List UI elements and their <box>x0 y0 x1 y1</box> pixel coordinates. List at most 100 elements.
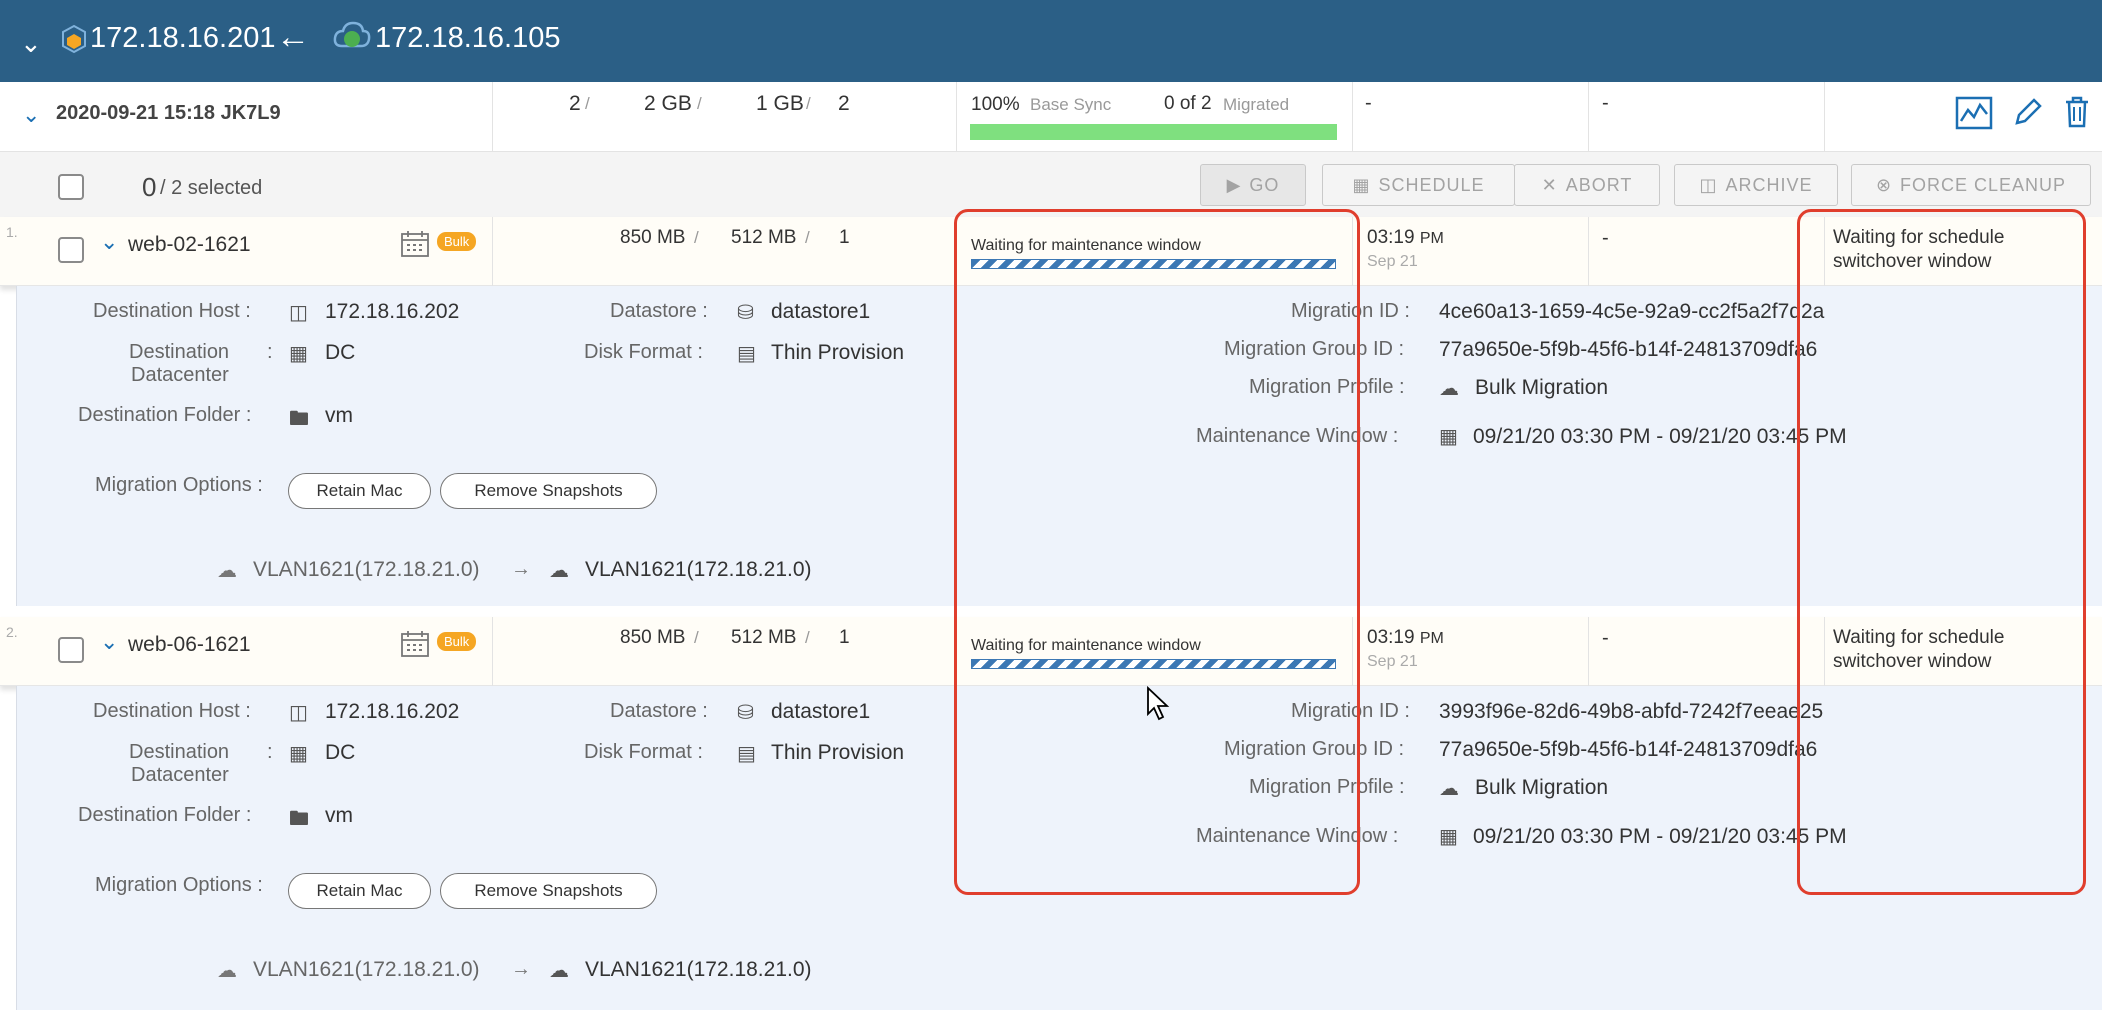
network-icon: ☁ <box>217 560 237 582</box>
group-vcpu: 2 <box>838 92 850 115</box>
force-cleanup-button[interactable]: ⊗ FORCE CLEANUP <box>1851 164 2091 206</box>
slash: / <box>585 94 590 113</box>
dest-host-value: 172.18.16.202 <box>325 700 460 723</box>
dest-host-label: Destination Host : <box>93 300 251 322</box>
schedule-button[interactable]: ▦ SCHEDULE <box>1322 164 1515 206</box>
chevron-down-icon[interactable]: ⌄ <box>20 28 42 59</box>
arrow-left-icon: ← <box>276 18 310 56</box>
mouse-cursor-icon <box>1147 686 1170 721</box>
vm-expand-chevron-icon[interactable]: ⌄ <box>100 229 118 255</box>
selected-count: 0 <box>142 172 157 202</box>
migration-group-id-value: 77a9650e-5f9b-45f6-b14f-24813709dfa6 <box>1439 738 1818 761</box>
selected-total: / 2 selected <box>160 177 263 199</box>
retain-mac-pill: Retain Mac <box>288 873 431 909</box>
datastore-label: Datastore : <box>610 300 708 322</box>
vm-start-date: Sep 21 <box>1367 653 1418 670</box>
site-icon <box>62 24 86 54</box>
force-cleanup-button-label: FORCE CLEANUP <box>1900 174 2067 195</box>
bulk-badge: Bulk <box>437 632 477 651</box>
slash: / <box>805 628 810 647</box>
disk-format-value: Thin Provision <box>771 341 905 364</box>
maintenance-window-value: 09/21/20 03:30 PM - 09/21/20 03:45 PM <box>1473 425 1847 448</box>
migration-profile-value: Bulk Migration <box>1475 776 1609 799</box>
disk-icon: ▤ <box>737 743 756 765</box>
source-site-ip[interactable]: 172.18.16.201 <box>90 22 275 55</box>
group-column-value: - <box>1602 92 1609 114</box>
group-name[interactable]: 2020-09-21 15:18 JK7L9 <box>56 102 281 125</box>
vm-checkbox[interactable] <box>58 637 84 663</box>
cloud-icon: ☁ <box>1439 378 1459 400</box>
dest-host-label: Destination Host : <box>93 700 251 722</box>
vm-storage: 850 MB <box>620 627 686 648</box>
datastore-value: datastore1 <box>771 300 871 323</box>
migration-group-id-value: 77a9650e-5f9b-45f6-b14f-24813709dfa6 <box>1439 338 1818 361</box>
vm-vcpu: 1 <box>839 627 850 648</box>
play-icon: ▶ <box>1226 174 1242 195</box>
vm-checkbox[interactable] <box>58 237 84 263</box>
migration-id-value: 4ce60a13-1659-4c5e-92a9-cc2f5a2f7d2a <box>1439 300 1825 323</box>
abort-button-label: ABORT <box>1565 174 1633 195</box>
highlight-progress-column <box>954 209 1360 895</box>
archive-button[interactable]: ◫ ARCHIVE <box>1674 164 1838 206</box>
group-column-value: - <box>1365 92 1372 114</box>
disk-format-value: Thin Provision <box>771 741 905 764</box>
datastore-value: datastore1 <box>771 700 871 723</box>
slash: / <box>805 228 810 247</box>
remove-snapshots-pill: Remove Snapshots <box>440 473 657 509</box>
calendar-icon[interactable] <box>400 630 430 658</box>
migration-options-label: Migration Options : <box>95 874 263 896</box>
cloud-icon: ☁ <box>549 560 569 582</box>
trash-icon[interactable] <box>2063 95 2091 129</box>
group-progress-percent: 100% <box>971 94 1020 115</box>
archive-button-label: ARCHIVE <box>1725 174 1813 195</box>
vm-column-value: - <box>1602 227 1609 249</box>
dest-folder-value: vm <box>325 804 353 827</box>
pencil-icon[interactable] <box>2012 96 2044 128</box>
close-icon: ✕ <box>1541 174 1558 195</box>
migration-profile-value: Bulk Migration <box>1475 376 1609 399</box>
building-icon: ▦ <box>289 343 308 365</box>
schedule-button-label: SCHEDULE <box>1378 174 1485 195</box>
group-chevron-icon[interactable]: ⌄ <box>22 102 40 128</box>
vm-name[interactable]: web-02-1621 <box>128 233 251 257</box>
slash: / <box>694 228 699 247</box>
row-index: 1. <box>6 224 18 240</box>
dest-datacenter-value: DC <box>325 341 356 364</box>
vm-memory: 512 MB <box>731 627 797 648</box>
arrow-right-icon: → <box>511 558 531 580</box>
vm-start-time: 03:19 PM <box>1367 627 1444 648</box>
group-progress-bar <box>970 124 1337 140</box>
dest-host-value: 172.18.16.202 <box>325 300 460 323</box>
vm-start-date: Sep 21 <box>1367 253 1418 270</box>
dest-site-ip[interactable]: 172.18.16.105 <box>375 22 560 55</box>
cancel-circle-icon: ⊗ <box>1875 174 1893 195</box>
slash: / <box>697 94 702 113</box>
vm-expand-chevron-icon[interactable]: ⌄ <box>100 629 118 655</box>
dest-datacenter-value: DC <box>325 741 356 764</box>
row-index: 2. <box>6 624 18 640</box>
dest-network: VLAN1621(172.18.21.0) <box>585 958 812 981</box>
selection-toolbar: 0 / 2 selected ▶ GO ▦ SCHEDULE ✕ ABORT ◫ ARC… <box>0 152 2102 217</box>
slash: / <box>694 628 699 647</box>
go-button[interactable]: ▶ GO <box>1200 164 1306 206</box>
dest-datacenter-label: Destination <box>129 741 230 763</box>
calendar-icon[interactable] <box>400 230 430 258</box>
colon: : <box>267 341 273 363</box>
calendar-icon: ▦ <box>1439 826 1458 848</box>
disk-format-label: Disk Format : <box>584 741 703 763</box>
abort-button[interactable]: ✕ ABORT <box>1514 164 1660 206</box>
vm-name[interactable]: web-06-1621 <box>128 633 251 657</box>
source-network: VLAN1621(172.18.21.0) <box>253 958 480 981</box>
select-all-checkbox[interactable] <box>58 174 84 200</box>
datastore-label: Datastore : <box>610 700 708 722</box>
group-storage: 2 GB <box>644 92 692 115</box>
server-icon: ◫ <box>289 702 308 724</box>
vm-column-value: - <box>1602 627 1609 649</box>
group-migrated-label: Migrated <box>1223 95 1290 114</box>
disk-icon: ▤ <box>737 343 756 365</box>
chart-icon[interactable] <box>1955 96 1993 130</box>
group-phase: Base Sync <box>1030 95 1112 114</box>
source-network: VLAN1621(172.18.21.0) <box>253 558 480 581</box>
folder-icon: 🖿 <box>289 808 309 830</box>
dest-network: VLAN1621(172.18.21.0) <box>585 558 812 581</box>
